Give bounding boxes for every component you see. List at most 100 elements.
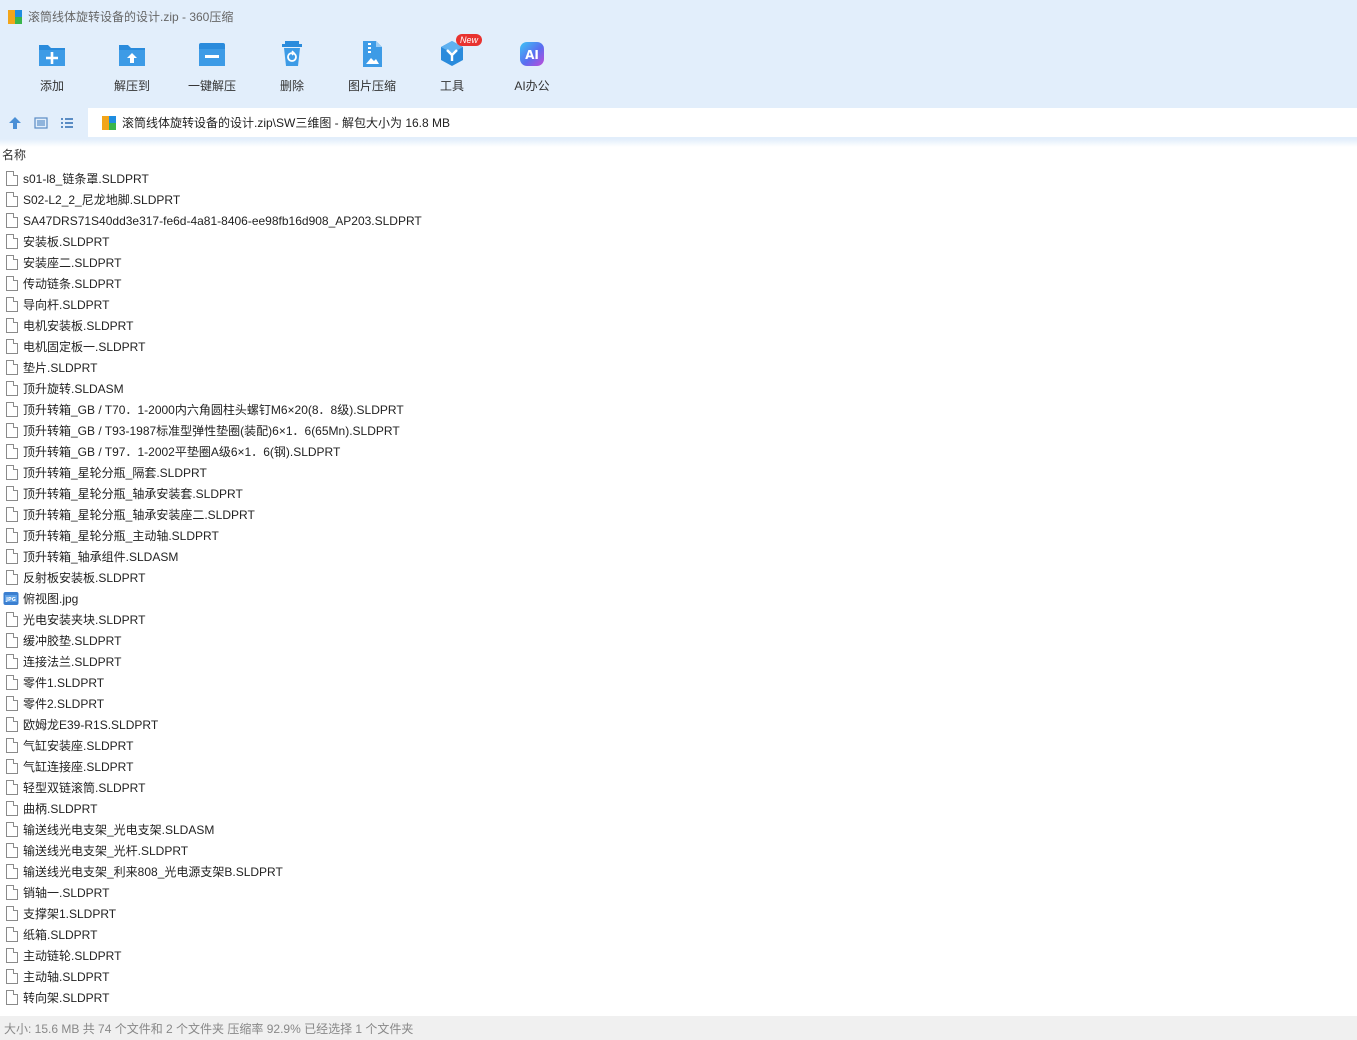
document-file-icon	[6, 654, 18, 669]
file-row[interactable]: s01-l8_链条罩.SLDPRT	[0, 168, 1357, 189]
file-row[interactable]: 纸箱.SLDPRT	[0, 924, 1357, 945]
file-row[interactable]: 顶升转箱_GB / T70．1-2000内六角圆柱头螺钉M6×20(8．8级).…	[0, 399, 1357, 420]
file-row[interactable]: 连接法兰.SLDPRT	[0, 651, 1357, 672]
file-name: 轻型双链滚筒.SLDPRT	[23, 781, 146, 795]
status-bar: 大小: 15.6 MB 共 74 个文件和 2 个文件夹 压缩率 92.9% 已…	[0, 1016, 1357, 1040]
file-name: 反射板安装板.SLDPRT	[23, 571, 146, 585]
file-row[interactable]: 光电安装夹块.SLDPRT	[0, 609, 1357, 630]
file-row[interactable]: 输送线光电支架_利来808_光电源支架B.SLDPRT	[0, 861, 1357, 882]
file-row[interactable]: 欧姆龙E39-R1S.SLDPRT	[0, 714, 1357, 735]
file-row[interactable]: 反射板安装板.SLDPRT	[0, 567, 1357, 588]
add-label: 添加	[39, 79, 64, 93]
toolbar: 添加 解压到 一键解压 删除 图片压缩 New 工具 AI AI办公	[0, 33, 1357, 106]
add-button[interactable]: 添加	[12, 33, 92, 99]
file-name: 输送线光电支架_光电支架.SLDASM	[23, 823, 215, 837]
file-row[interactable]: 顶升转箱_GB / T97．1-2002平垫圈A级6×1．6(钢).SLDPRT	[0, 441, 1357, 462]
file-list: s01-l8_链条罩.SLDPRT S02-L2_2_尼龙地脚.SLDPRT SA4…	[0, 168, 1357, 1016]
document-file-icon	[6, 990, 18, 1005]
document-file-icon	[6, 486, 18, 501]
file-row[interactable]: 支撑架1.SLDPRT	[0, 903, 1357, 924]
file-row[interactable]: S02-L2_2_尼龙地脚.SLDPRT	[0, 189, 1357, 210]
file-row[interactable]: 主动链轮.SLDPRT	[0, 945, 1357, 966]
document-file-icon	[6, 507, 18, 522]
document-file-icon	[6, 192, 18, 207]
delete-label: 删除	[279, 79, 304, 93]
title-bar: 滚筒线体旋转设备的设计.zip - 360压缩	[0, 0, 1357, 33]
tools-icon: New	[436, 34, 482, 70]
file-row[interactable]: 电机固定板一.SLDPRT	[0, 336, 1357, 357]
tools-button[interactable]: New 工具	[412, 33, 492, 99]
file-row[interactable]: 安装板.SLDPRT	[0, 231, 1357, 252]
file-row[interactable]: 输送线光电支架_光电支架.SLDASM	[0, 819, 1357, 840]
current-path: 滚筒线体旋转设备的设计.zip\SW三维图 - 解包大小为 16.8 MB	[122, 116, 451, 130]
file-row[interactable]: 气缸安装座.SLDPRT	[0, 735, 1357, 756]
document-file-icon	[6, 780, 18, 795]
file-row[interactable]: 顶升转箱_星轮分瓶_轴承安装座二.SLDPRT	[0, 504, 1357, 525]
image-file-icon: JPG	[3, 591, 19, 606]
file-row[interactable]: 垫片.SLDPRT	[0, 357, 1357, 378]
file-name: 主动链轮.SLDPRT	[23, 949, 122, 963]
add-icon	[36, 38, 68, 70]
file-row[interactable]: 零件2.SLDPRT	[0, 693, 1357, 714]
document-file-icon	[6, 276, 18, 291]
file-row[interactable]: 主动轴.SLDPRT	[0, 966, 1357, 987]
file-row[interactable]: 安装座二.SLDPRT	[0, 252, 1357, 273]
file-row[interactable]: 顶升转箱_星轮分瓶_轴承安装套.SLDPRT	[0, 483, 1357, 504]
new-badge: New	[455, 34, 482, 46]
file-row[interactable]: 转向架.SLDPRT	[0, 987, 1357, 1008]
file-name: 顶升转箱_星轮分瓶_主动轴.SLDPRT	[23, 529, 219, 543]
file-name: 欧姆龙E39-R1S.SLDPRT	[23, 718, 159, 732]
file-row[interactable]: 顶升旋转.SLDASM	[0, 378, 1357, 399]
file-name: 零件1.SLDPRT	[23, 676, 105, 690]
file-name: 光电安装夹块.SLDPRT	[23, 613, 146, 627]
file-row[interactable]: 缓冲胶垫.SLDPRT	[0, 630, 1357, 651]
thumbnail-view-button[interactable]	[30, 112, 52, 134]
image-compress-label: 图片压缩	[347, 79, 396, 93]
column-header-name[interactable]: 名称	[0, 147, 1357, 164]
file-row[interactable]: 顶升转箱_轴承组件.SLDASM	[0, 546, 1357, 567]
extract-to-button[interactable]: 解压到	[92, 33, 172, 99]
document-file-icon	[6, 612, 18, 627]
one-click-extract-button[interactable]: 一键解压	[172, 33, 252, 99]
document-file-icon	[6, 234, 18, 249]
ai-office-button[interactable]: AI AI办公	[492, 33, 572, 99]
document-file-icon	[6, 801, 18, 816]
file-name: 安装座二.SLDPRT	[23, 256, 122, 270]
file-row[interactable]: 销轴一.SLDPRT	[0, 882, 1357, 903]
image-compress-button[interactable]: 图片压缩	[332, 33, 412, 99]
file-row[interactable]: 输送线光电支架_光杆.SLDPRT	[0, 840, 1357, 861]
list-view-icon	[61, 117, 73, 128]
file-name: 支撑架1.SLDPRT	[23, 907, 117, 921]
file-row[interactable]: 传动链条.SLDPRT	[0, 273, 1357, 294]
file-name: s01-l8_链条罩.SLDPRT	[23, 172, 149, 186]
file-row[interactable]: 气缸连接座.SLDPRT	[0, 756, 1357, 777]
file-row[interactable]: 轻型双链滚筒.SLDPRT	[0, 777, 1357, 798]
file-row[interactable]: 顶升转箱_星轮分瓶_隔套.SLDPRT	[0, 462, 1357, 483]
up-level-button[interactable]	[4, 112, 26, 134]
file-name: 输送线光电支架_光杆.SLDPRT	[23, 844, 189, 858]
status-text: 大小: 15.6 MB 共 74 个文件和 2 个文件夹 压缩率 92.9% 已…	[4, 1021, 414, 1036]
file-name: 电机安装板.SLDPRT	[23, 319, 134, 333]
file-name: 电机固定板一.SLDPRT	[23, 340, 146, 354]
list-view-button[interactable]	[56, 112, 78, 134]
file-row[interactable]: 电机安装板.SLDPRT	[0, 315, 1357, 336]
file-name: 传动链条.SLDPRT	[23, 277, 122, 291]
document-file-icon	[6, 696, 18, 711]
path-field[interactable]: 滚筒线体旋转设备的设计.zip\SW三维图 - 解包大小为 16.8 MB	[88, 108, 1357, 137]
file-row[interactable]: 曲柄.SLDPRT	[0, 798, 1357, 819]
file-row[interactable]: 顶升转箱_星轮分瓶_主动轴.SLDPRT	[0, 525, 1357, 546]
one-click-extract-label: 一键解压	[187, 79, 236, 93]
file-name: 输送线光电支架_利来808_光电源支架B.SLDPRT	[23, 865, 283, 879]
file-name: 曲柄.SLDPRT	[23, 802, 98, 816]
file-row[interactable]: JPG 俯视图.jpg	[0, 588, 1357, 609]
file-row[interactable]: 零件1.SLDPRT	[0, 672, 1357, 693]
file-row[interactable]: SA47DRS71S40dd3e317-fe6d-4a81-8406-ee98f…	[0, 210, 1357, 231]
arrow-up-icon	[9, 116, 21, 129]
file-row[interactable]: 导向杆.SLDPRT	[0, 294, 1357, 315]
app-logo-icon	[8, 9, 22, 24]
file-name: 顶升转箱_轴承组件.SLDASM	[23, 550, 179, 564]
file-row[interactable]: 顶升转箱_GB / T93-1987标准型弹性垫圈(装配)6×1．6(65Mn)…	[0, 420, 1357, 441]
image-compress-icon	[356, 38, 388, 70]
delete-button[interactable]: 删除	[252, 33, 332, 99]
ai-office-icon: AI	[516, 38, 548, 70]
